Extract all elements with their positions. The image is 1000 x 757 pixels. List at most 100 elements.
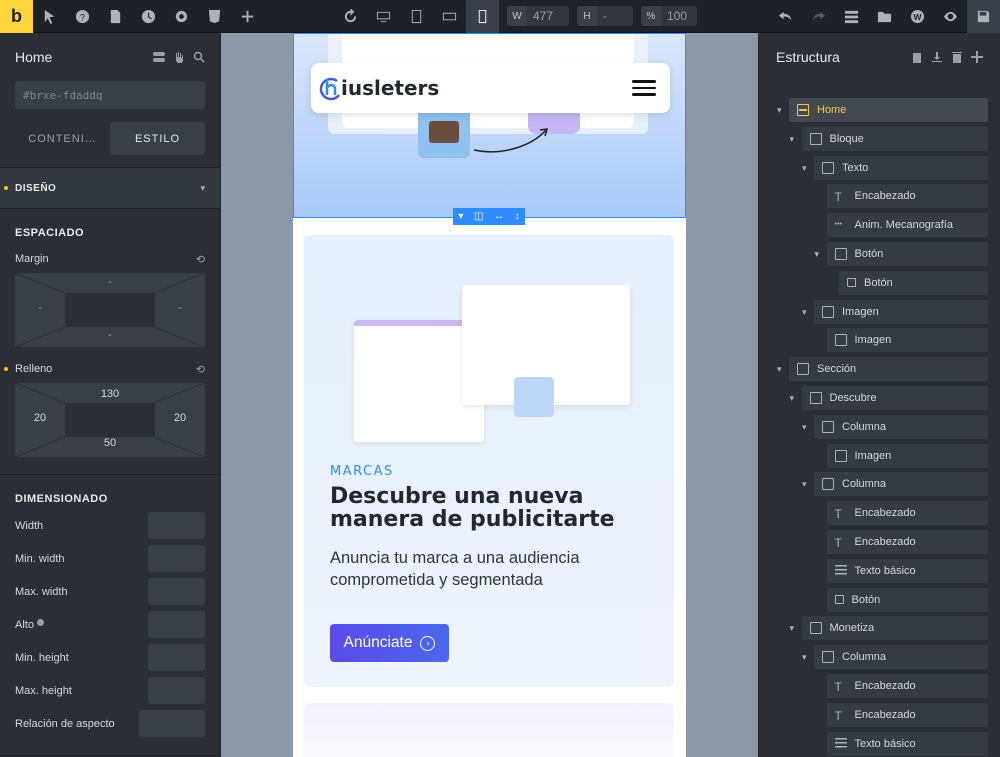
chevron-down-icon[interactable]: ▾ bbox=[815, 249, 825, 259]
mobile-icon[interactable] bbox=[466, 0, 499, 33]
tree-node[interactable]: Texto bbox=[814, 155, 988, 180]
chevron-down-icon[interactable]: ▾ bbox=[802, 422, 812, 432]
max-width-input[interactable] bbox=[148, 578, 205, 605]
tree-node[interactable]: Texto básico bbox=[826, 731, 988, 756]
padding-top-input[interactable]: 130 bbox=[95, 388, 125, 400]
redo-icon[interactable] bbox=[802, 0, 835, 33]
tab-style[interactable]: ESTILO bbox=[110, 122, 205, 155]
chevron-down-icon[interactable]: ▾ bbox=[802, 307, 812, 317]
info-icon[interactable] bbox=[37, 618, 45, 626]
collapse-icon[interactable] bbox=[971, 51, 983, 63]
tab-content[interactable]: CONTENI… bbox=[15, 122, 110, 155]
tree-node[interactable]: Home bbox=[789, 98, 988, 122]
height-field[interactable]: H- bbox=[577, 6, 633, 26]
chevron-down-icon[interactable]: ▾ bbox=[790, 393, 800, 403]
tree-node[interactable]: T Encabezado bbox=[826, 674, 988, 698]
save-icon[interactable] bbox=[967, 0, 1000, 33]
builder-canvas[interactable]: iusleters ▾ ◫ ↔ ↕ MARCAS Descubre una nu… bbox=[221, 33, 758, 757]
section-layout[interactable]: DISEÑO ▾ bbox=[0, 167, 220, 209]
width-input[interactable] bbox=[148, 512, 205, 539]
brand-logo[interactable]: iusleters bbox=[319, 75, 439, 101]
tree-node[interactable]: Texto básico bbox=[826, 558, 988, 583]
tree-node[interactable]: Descubre bbox=[801, 386, 988, 410]
selection-toolbar[interactable]: ▾ ◫ ↔ ↕ bbox=[453, 208, 525, 225]
tree-node[interactable]: T Encabezado bbox=[826, 702, 988, 727]
desktop-icon[interactable] bbox=[367, 0, 400, 33]
undo-icon[interactable] bbox=[769, 0, 802, 33]
tree-node[interactable]: Bloque bbox=[801, 126, 988, 151]
link-icon[interactable]: ⟲ bbox=[196, 253, 205, 266]
height-value[interactable]: - bbox=[597, 9, 613, 23]
tree-node[interactable]: Imagen bbox=[826, 443, 988, 468]
width-value[interactable]: 477 bbox=[527, 9, 559, 23]
resize-vertical-icon[interactable]: ↕ bbox=[515, 211, 520, 222]
pointer-icon[interactable] bbox=[33, 0, 66, 33]
tree-node[interactable]: Monetiza bbox=[801, 616, 988, 641]
margin-left-input[interactable]: - bbox=[25, 302, 55, 314]
add-icon[interactable] bbox=[231, 0, 264, 33]
history-icon[interactable] bbox=[132, 0, 165, 33]
padding-right-input[interactable]: 20 bbox=[165, 412, 195, 424]
margin-right-input[interactable]: - bbox=[165, 302, 195, 314]
search-icon[interactable] bbox=[193, 51, 205, 63]
aspect-ratio-input[interactable] bbox=[139, 710, 205, 737]
margin-bottom-input[interactable]: - bbox=[95, 329, 125, 341]
bricks-logo[interactable]: b bbox=[0, 0, 33, 33]
tree-node[interactable]: T Encabezado bbox=[826, 184, 988, 209]
tree-node[interactable]: Botón bbox=[826, 242, 988, 266]
tree-node[interactable]: T Encabezado bbox=[826, 501, 988, 526]
padding-bottom-input[interactable]: 50 bbox=[95, 437, 125, 449]
download-icon[interactable] bbox=[931, 51, 943, 63]
brands-card[interactable]: MARCAS Descubre una nueva manera de publ… bbox=[304, 235, 674, 687]
chevron-down-icon[interactable]: ▾ bbox=[802, 652, 812, 662]
link-icon[interactable]: ⟲ bbox=[196, 363, 205, 376]
tree-node[interactable]: T Encabezado bbox=[826, 530, 988, 554]
tree-node[interactable]: Columna bbox=[814, 414, 988, 439]
tablet-portrait-icon[interactable] bbox=[400, 0, 433, 33]
tree-node[interactable]: ••• Anim. Mecanografía bbox=[826, 213, 988, 238]
reload-icon[interactable] bbox=[334, 0, 367, 33]
chevron-down-icon[interactable]: ▾ bbox=[790, 623, 800, 633]
zoom-field[interactable]: % 100 bbox=[641, 6, 697, 26]
chevron-down-icon[interactable]: ▾ bbox=[802, 163, 812, 173]
chevron-down-icon[interactable]: ▾ bbox=[458, 211, 463, 222]
tree-node[interactable]: Imagen bbox=[814, 299, 988, 324]
min-height-input[interactable] bbox=[148, 644, 205, 671]
help-icon[interactable]: ? bbox=[66, 0, 99, 33]
folder-icon[interactable] bbox=[868, 0, 901, 33]
tablet-landscape-icon[interactable] bbox=[433, 0, 466, 33]
html5-icon[interactable] bbox=[198, 0, 231, 33]
chevron-down-icon[interactable]: ▾ bbox=[777, 105, 787, 115]
monetize-card[interactable] bbox=[304, 703, 674, 757]
settings-icon[interactable] bbox=[165, 0, 198, 33]
columns-icon[interactable]: ◫ bbox=[474, 211, 483, 222]
chevron-down-icon[interactable]: ▾ bbox=[790, 134, 800, 144]
toggle-icon[interactable] bbox=[153, 51, 165, 63]
clipboard-icon[interactable] bbox=[911, 51, 923, 63]
structure-icon[interactable] bbox=[835, 0, 868, 33]
tree-node[interactable]: Sección bbox=[789, 357, 988, 382]
tree-node[interactable]: Imagen bbox=[826, 328, 988, 353]
css-id-input[interactable]: #brxe-fdaddq bbox=[15, 81, 205, 109]
min-width-input[interactable] bbox=[148, 545, 205, 572]
cta-button[interactable]: Anúnciate › bbox=[330, 624, 449, 662]
margin-top-input[interactable]: - bbox=[95, 276, 125, 288]
tree-node[interactable]: Columna bbox=[814, 472, 988, 497]
width-field[interactable]: W 477 bbox=[507, 6, 569, 26]
hamburger-menu-icon[interactable] bbox=[632, 80, 656, 96]
chevron-down-icon[interactable]: ▾ bbox=[802, 479, 812, 489]
height-input[interactable] bbox=[148, 611, 205, 638]
hand-icon[interactable] bbox=[173, 51, 185, 63]
tree-node[interactable]: Columna bbox=[814, 645, 988, 670]
tree-node[interactable]: Botón bbox=[826, 587, 988, 612]
hero-section[interactable]: iusleters bbox=[293, 33, 686, 218]
zoom-value[interactable]: 100 bbox=[661, 9, 693, 23]
tree-node[interactable]: Botón bbox=[839, 270, 988, 295]
resize-horizontal-icon[interactable]: ↔ bbox=[494, 211, 504, 222]
chevron-down-icon[interactable]: ▾ bbox=[777, 364, 787, 374]
preview-icon[interactable] bbox=[934, 0, 967, 33]
wordpress-icon[interactable]: W bbox=[901, 0, 934, 33]
max-height-input[interactable] bbox=[148, 677, 205, 704]
page-icon[interactable] bbox=[99, 0, 132, 33]
padding-left-input[interactable]: 20 bbox=[25, 412, 55, 424]
